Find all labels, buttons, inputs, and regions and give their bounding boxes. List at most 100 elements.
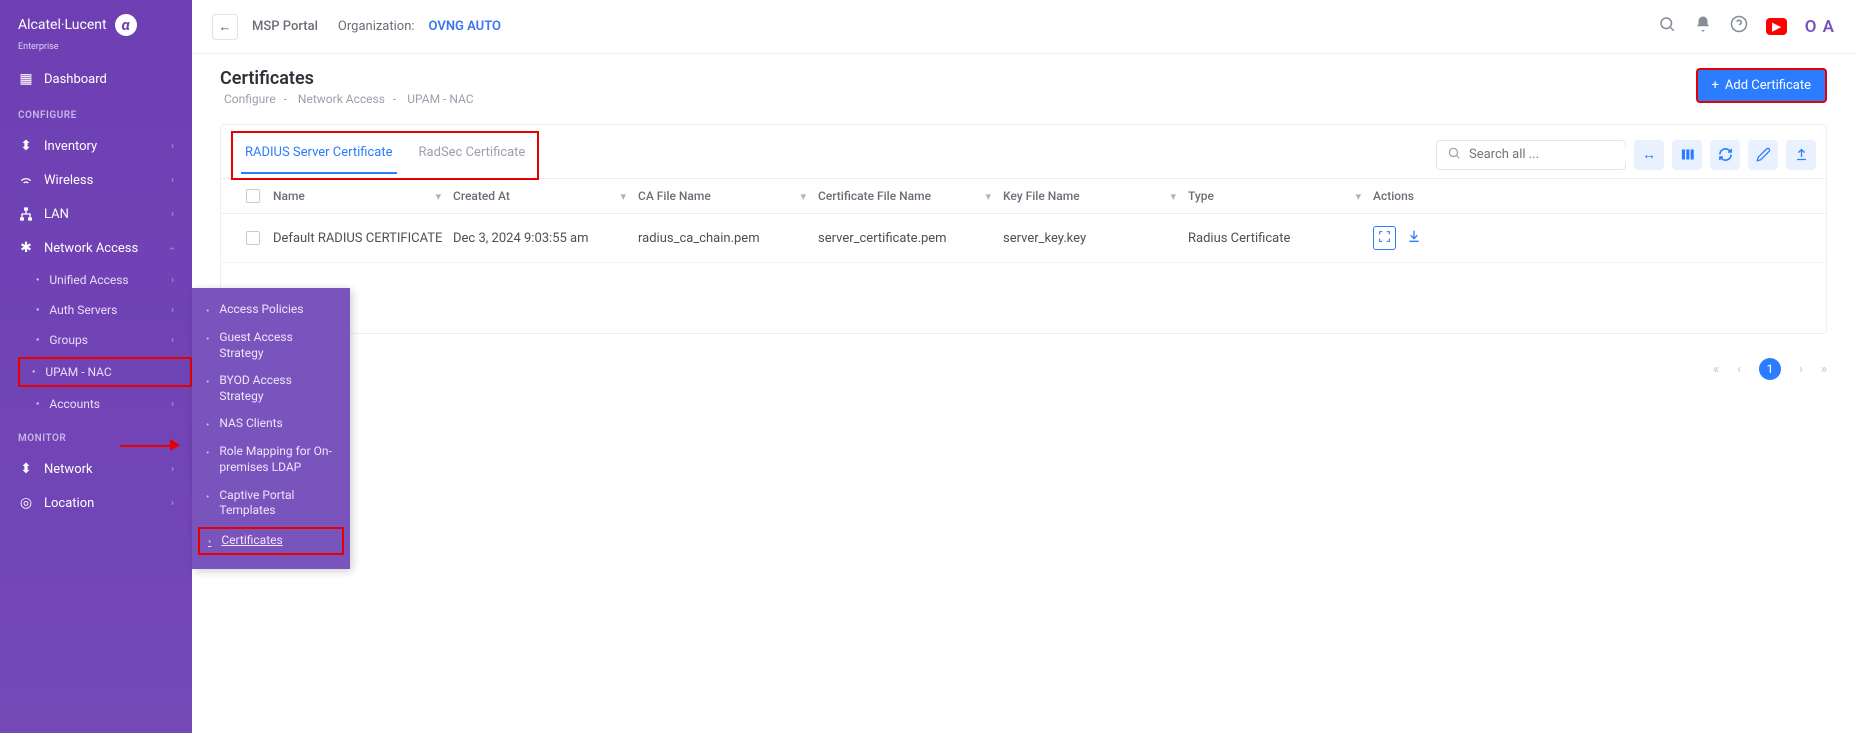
column-settings-button[interactable]: [1672, 140, 1702, 170]
nav-wireless[interactable]: Wireless ›: [0, 163, 192, 197]
filter-icon[interactable]: ▾: [800, 190, 806, 203]
flyout-access-policies[interactable]: Access Policies: [192, 296, 350, 324]
page-next-button[interactable]: ›: [1799, 362, 1803, 377]
chevron-up-icon: ›: [167, 246, 178, 249]
chevron-right-icon: ›: [171, 305, 174, 316]
col-actions: Actions: [1373, 189, 1473, 203]
flyout-nas-clients[interactable]: NAS Clients: [192, 410, 350, 438]
top-icons: ▶ O A: [1658, 15, 1835, 38]
network-access-icon: ✱: [18, 240, 34, 256]
tab-radius-server-cert[interactable]: RADIUS Server Certificate: [241, 137, 397, 174]
page-last-button[interactable]: »: [1821, 362, 1827, 377]
col-label: Certificate File Name: [818, 189, 931, 203]
col-cert[interactable]: Certificate File Name ▾: [818, 189, 1003, 203]
page-first-button[interactable]: «: [1713, 362, 1719, 377]
nav-network[interactable]: ⬍ Network ›: [0, 452, 192, 486]
chart-icon: ⬍: [18, 461, 34, 477]
flyout-captive-portal[interactable]: Captive Portal Templates: [192, 482, 350, 525]
col-type[interactable]: Type▾: [1188, 189, 1373, 203]
add-certificate-button[interactable]: + Add Certificate: [1696, 68, 1827, 103]
tabs-row: RADIUS Server Certificate RadSec Certifi…: [221, 125, 1826, 179]
main-content: ← MSP Portal Organization: OVNG AUTO ▶ O…: [192, 0, 1855, 733]
annotation-arrow: [120, 445, 176, 447]
dashboard-icon: ▦: [18, 71, 34, 87]
filter-icon[interactable]: ▾: [620, 190, 626, 203]
flyout-label: Role Mapping for On-premises LDAP: [219, 444, 336, 475]
search-input[interactable]: [1469, 147, 1635, 162]
cell-type: Radius Certificate: [1188, 231, 1373, 246]
org-label: Organization:: [338, 19, 415, 34]
flyout-highlight: Certificates: [198, 527, 344, 555]
search-input-wrap[interactable]: [1436, 140, 1626, 170]
nav-label: Inventory: [44, 139, 97, 154]
crumb[interactable]: Network Access: [298, 92, 385, 106]
col-label: Key File Name: [1003, 189, 1080, 203]
tab-radsec-cert[interactable]: RadSec Certificate: [415, 137, 530, 174]
checkbox-icon: [246, 231, 260, 245]
nav-dashboard[interactable]: ▦ Dashboard: [0, 62, 192, 96]
sidebar-item-auth-servers[interactable]: Auth Servers›: [18, 295, 192, 325]
col-label: Actions: [1373, 189, 1414, 203]
upload-button[interactable]: [1786, 140, 1816, 170]
flyout-certificates[interactable]: Certificates: [200, 529, 342, 553]
page-number[interactable]: 1: [1759, 358, 1781, 380]
flyout-byod-access[interactable]: BYOD Access Strategy: [192, 367, 350, 410]
table-row: Default RADIUS CERTIFICATE Dec 3, 2024 9…: [221, 214, 1826, 263]
chevron-right-icon: ›: [171, 335, 174, 346]
portal-label: MSP Portal: [252, 19, 318, 34]
expand-columns-button[interactable]: ↔: [1634, 140, 1664, 170]
col-created[interactable]: Created At▾: [453, 189, 638, 203]
sidebar-item-accounts[interactable]: Accounts›: [18, 389, 192, 419]
nav-inventory[interactable]: ⬍ Inventory ›: [0, 129, 192, 163]
upam-nac-flyout: Access Policies Guest Access Strategy BY…: [192, 288, 350, 569]
wifi-icon: [18, 172, 34, 188]
cell-ca: radius_ca_chain.pem: [638, 231, 818, 246]
plus-icon: +: [1712, 78, 1719, 93]
sidebar-item-groups[interactable]: Groups ›: [18, 325, 192, 355]
search-top-icon[interactable]: [1658, 15, 1676, 38]
cell-created: Dec 3, 2024 9:03:55 am: [453, 231, 638, 246]
crumb[interactable]: Configure: [224, 92, 276, 106]
chevron-right-icon: ›: [171, 464, 174, 475]
nav-label: LAN: [44, 207, 69, 222]
filter-icon[interactable]: ▾: [985, 190, 991, 203]
filter-icon[interactable]: ▾: [1170, 190, 1176, 203]
expand-icon[interactable]: [1373, 226, 1396, 250]
edit-button[interactable]: [1748, 140, 1778, 170]
select-all-check[interactable]: [233, 189, 273, 203]
page-prev-button[interactable]: ‹: [1737, 362, 1741, 377]
cell-name: Default RADIUS CERTIFICATE: [273, 231, 453, 246]
flyout-role-mapping[interactable]: Role Mapping for On-premises LDAP: [192, 438, 350, 481]
nav-location[interactable]: ◎ Location ›: [0, 486, 192, 520]
flyout-label: NAS Clients: [219, 416, 282, 432]
user-avatar[interactable]: O A: [1805, 17, 1835, 37]
download-icon[interactable]: [1406, 228, 1422, 248]
content-area: RADIUS Server Certificate RadSec Certifi…: [192, 112, 1855, 346]
col-key[interactable]: Key File Name ▾: [1003, 189, 1188, 203]
filter-icon[interactable]: ▾: [1355, 190, 1361, 203]
section-configure: CONFIGURE: [0, 96, 192, 129]
youtube-icon[interactable]: ▶: [1766, 18, 1786, 35]
nav-network-access[interactable]: ✱ Network Access ›: [0, 231, 192, 265]
section-monitor: MONITOR: [0, 419, 192, 452]
row-check[interactable]: [233, 231, 273, 245]
flyout-guest-access[interactable]: Guest Access Strategy: [192, 324, 350, 367]
sidebar-collapse-button[interactable]: ←: [212, 14, 238, 40]
sidebar-item-unified-access[interactable]: Unified Access›: [18, 265, 192, 295]
help-icon[interactable]: [1730, 15, 1748, 38]
network-access-subitems: Unified Access› Auth Servers› Groups › UP…: [0, 265, 192, 419]
cell-actions: [1373, 226, 1473, 250]
crumb[interactable]: UPAM - NAC: [407, 92, 473, 106]
col-name[interactable]: Name▾: [273, 189, 453, 203]
bell-icon[interactable]: [1694, 15, 1712, 38]
sidebar-item-upam-nac[interactable]: UPAM - NAC: [18, 357, 192, 387]
org-link[interactable]: OVNG AUTO: [429, 19, 501, 34]
page-title: Certificates: [220, 68, 1827, 89]
nav-label: Network Access: [44, 241, 138, 256]
location-icon: ◎: [18, 495, 34, 511]
filter-icon[interactable]: ▾: [435, 190, 441, 203]
refresh-button[interactable]: [1710, 140, 1740, 170]
nav-lan[interactable]: LAN ›: [0, 197, 192, 231]
col-ca[interactable]: CA File Name▾: [638, 189, 818, 203]
sub-label: Groups: [49, 333, 88, 347]
